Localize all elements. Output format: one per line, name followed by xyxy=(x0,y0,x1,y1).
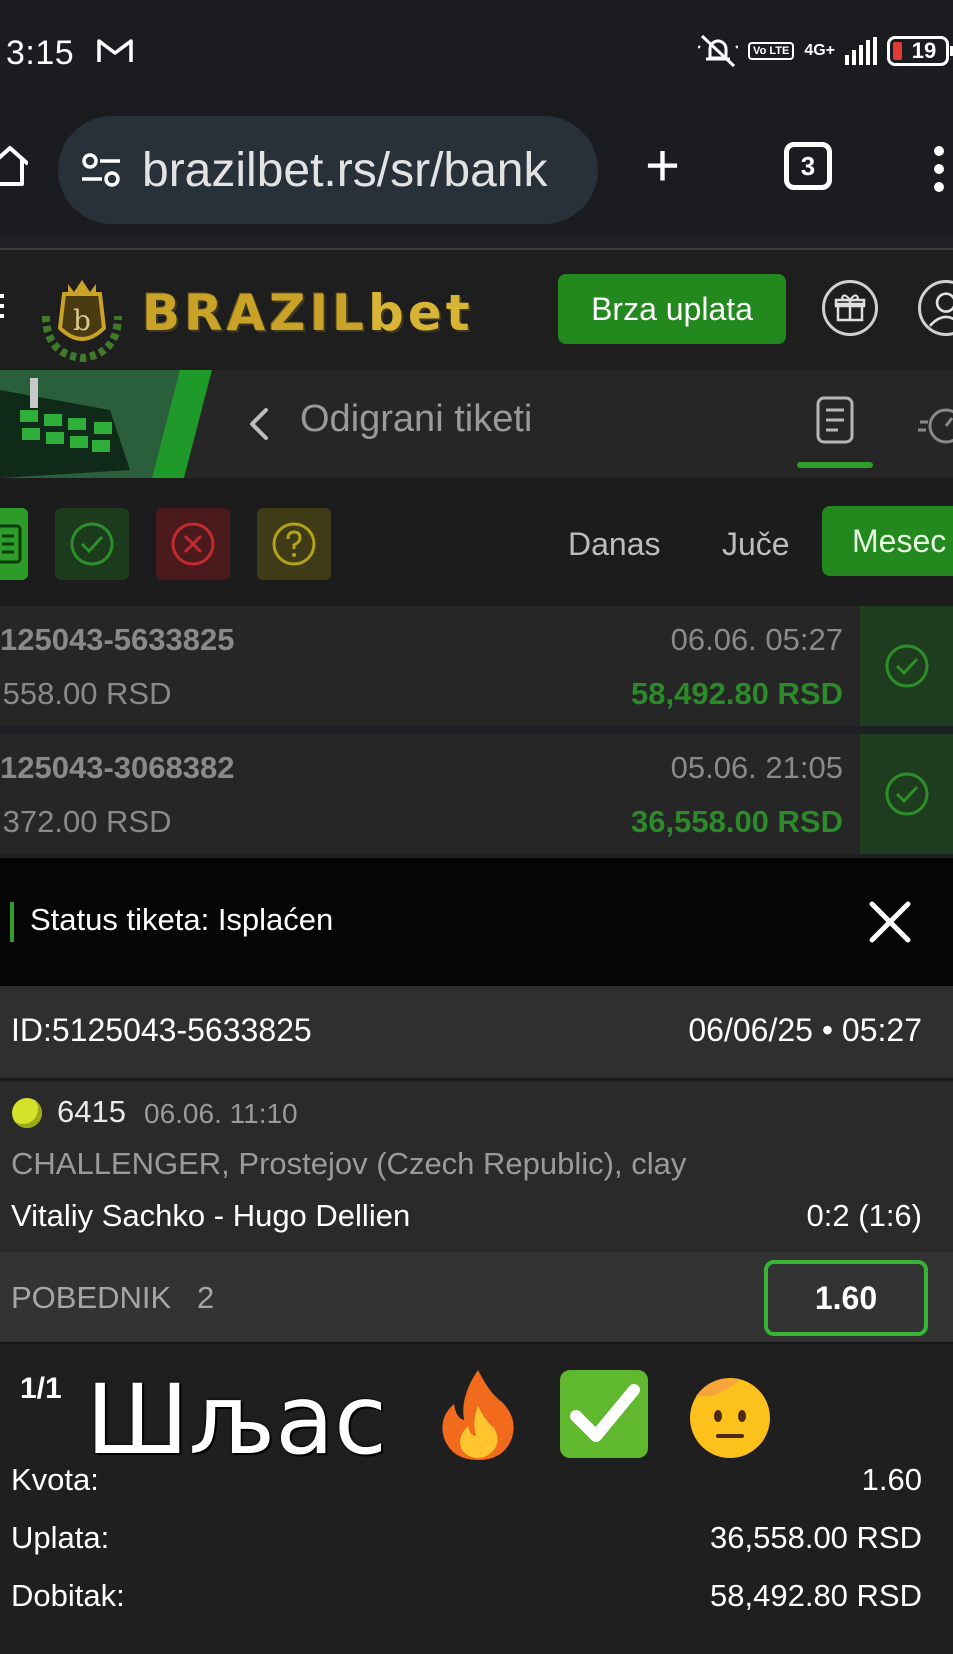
ticket-id: 125043-5633825 xyxy=(0,622,235,657)
summary-win-row: Dobitak: 58,492.80 RSD xyxy=(0,1578,953,1628)
page-title: Odigrani tiketi xyxy=(300,398,533,440)
saluting-face-icon xyxy=(690,1378,770,1458)
period-month[interactable]: Mesec xyxy=(822,506,953,576)
detail-ticket-datetime: 06/06/25 • 05:27 xyxy=(688,1012,922,1048)
ticket-id: 125043-3068382 xyxy=(0,750,235,785)
period-yesterday[interactable]: Juče xyxy=(722,526,790,563)
logo-wordmark[interactable]: BRAZILbet xyxy=(142,284,474,342)
question-circle-icon xyxy=(272,522,316,566)
page-subheader: Odigrani tiketi xyxy=(0,370,953,478)
site-header: b BRAZILbet Brza uplata xyxy=(0,250,953,370)
selection-count: 1/1 xyxy=(20,1372,62,1405)
volte-icon: Vo LTE xyxy=(748,42,795,60)
ticket-id-row: ID:5125043-5633825 06/06/25 • 05:27 xyxy=(0,986,953,1080)
back-chevron-icon[interactable] xyxy=(246,406,270,442)
ticket-status-title: Status tiketa: Isplaćen xyxy=(30,902,334,937)
quick-deposit-button[interactable]: Brza uplata xyxy=(558,274,786,344)
status-time: 3:15 xyxy=(6,34,75,72)
event-match: Vitaliy Sachko - Hugo Dellien xyxy=(11,1198,411,1233)
check-mark-button-icon xyxy=(560,1370,648,1458)
check-circle-icon xyxy=(70,522,114,566)
market-label: POBEDNIK 2 xyxy=(11,1280,215,1315)
filter-pending-button[interactable] xyxy=(257,508,331,580)
summary-odds-value: 1.60 xyxy=(861,1462,922,1497)
ticket-status xyxy=(860,734,953,854)
summary-odds-row: Kvota: 1.60 xyxy=(0,1462,953,1512)
signal-icon xyxy=(845,37,877,65)
filter-all-button[interactable] xyxy=(0,508,28,580)
status-bar: 3:15 Vo LTE 4G+ 19 xyxy=(0,0,953,100)
muted-bell-icon xyxy=(698,34,739,68)
tab-switcher-button[interactable]: 3 xyxy=(784,142,832,190)
check-circle-icon xyxy=(885,772,928,816)
summary-stake-row: Uplata: 36,558.00 RSD xyxy=(0,1520,953,1570)
event-score: 0:2 (1:6) xyxy=(806,1198,922,1233)
filter-won-button[interactable] xyxy=(55,508,129,580)
gift-icon[interactable] xyxy=(822,280,878,336)
summary-stake-label: Uplata: xyxy=(11,1520,110,1555)
active-tab-indicator xyxy=(797,462,873,468)
ticket-stake: ,372.00 RSD xyxy=(0,804,172,839)
gmail-icon xyxy=(97,39,133,62)
period-today[interactable]: Danas xyxy=(568,526,661,563)
close-icon[interactable] xyxy=(866,898,914,946)
tennis-ball-icon xyxy=(12,1098,42,1128)
user-avatar-icon[interactable] xyxy=(918,280,953,336)
market-row: POBEDNIK 2 1.60 xyxy=(0,1252,953,1344)
home-icon[interactable] xyxy=(0,142,28,188)
event-code: 6415 xyxy=(57,1094,126,1129)
ticket-filters: Danas Juče Mesec xyxy=(0,478,953,606)
ticket-win: 58,492.80 RSD xyxy=(631,676,843,711)
odd-box: 1.60 xyxy=(764,1260,928,1336)
detail-ticket-id: ID:5125043-5633825 xyxy=(11,1012,312,1048)
ticket-date: 06.06. 05:27 xyxy=(670,622,843,657)
check-circle-icon xyxy=(885,644,928,688)
browser-toolbar: brazilbet.rs/sr/bank + 3 xyxy=(0,100,953,236)
browser-menu-icon[interactable] xyxy=(934,146,946,200)
x-circle-icon xyxy=(171,522,215,566)
hamburger-menu-icon[interactable] xyxy=(0,294,4,324)
address-bar[interactable]: brazilbet.rs/sr/bank xyxy=(58,116,598,224)
ticket-detail-header: Status tiketa: Isplaćen xyxy=(0,858,953,986)
ticket-stake: ,558.00 RSD xyxy=(0,676,172,711)
battery-icon: 19 xyxy=(887,36,953,66)
summary-odds-label: Kvota: xyxy=(11,1462,99,1497)
overlay-caption: Шљас xyxy=(86,1364,387,1476)
ticket-row[interactable]: 125043-3068382 ,372.00 RSD 05.06. 21:05 … xyxy=(0,734,953,854)
svg-text:b: b xyxy=(73,304,91,337)
overlay-emojis xyxy=(430,1366,778,1462)
summary-stake-value: 36,558.00 RSD xyxy=(710,1520,922,1555)
event-card: 6415 06.06. 11:10 CHALLENGER, Prostejov … xyxy=(0,1082,953,1252)
ticket-row[interactable]: 125043-5633825 ,558.00 RSD 06.06. 05:27 … xyxy=(0,606,953,726)
summary-win-value: 58,492.80 RSD xyxy=(710,1578,922,1613)
fire-emoji-icon xyxy=(442,1370,514,1460)
ticket-date: 05.06. 21:05 xyxy=(670,750,843,785)
event-league: CHALLENGER, Prostejov (Czech Republic), … xyxy=(11,1146,687,1181)
new-tab-icon[interactable]: + xyxy=(645,136,680,196)
stopwatch-tab-icon[interactable] xyxy=(918,400,953,446)
ticket-win: 36,558.00 RSD xyxy=(631,804,843,839)
logo-crest[interactable]: b xyxy=(36,270,128,362)
summary-win-label: Dobitak: xyxy=(11,1578,125,1613)
casino-banner-image xyxy=(0,370,212,478)
url-text[interactable]: brazilbet.rs/sr/bank xyxy=(142,143,548,198)
filter-lost-button[interactable] xyxy=(156,508,230,580)
event-time: 06.06. 11:10 xyxy=(144,1098,298,1129)
receipt-tab-icon[interactable] xyxy=(810,394,860,446)
site-settings-icon[interactable] xyxy=(80,152,122,188)
ticket-status xyxy=(860,606,953,726)
network-type: 4G+ xyxy=(804,42,835,59)
status-accent-bar xyxy=(10,902,14,942)
